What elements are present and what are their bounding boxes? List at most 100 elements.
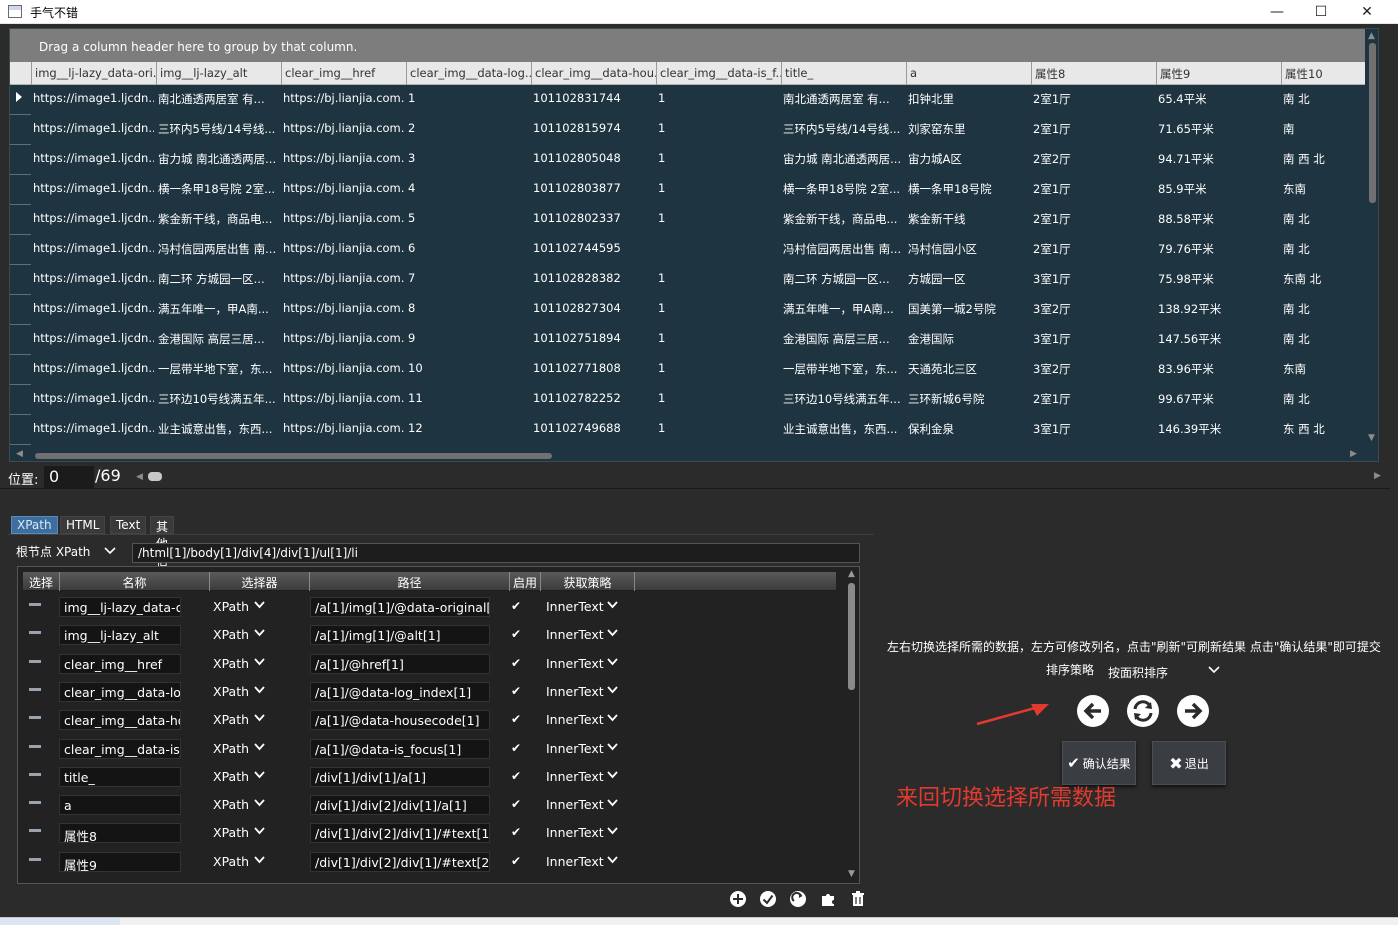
table-cell[interactable]: 101102771808 xyxy=(533,361,654,375)
table-cell[interactable]: 101102782252 xyxy=(533,391,654,405)
row-selector[interactable] xyxy=(10,295,31,325)
path-input[interactable]: /a[1]/@href[1] xyxy=(310,653,490,674)
chevron-down-icon[interactable] xyxy=(251,794,268,811)
table-cell[interactable]: 101102831744 xyxy=(533,91,654,105)
table-cell[interactable]: 71.65平米 xyxy=(1158,121,1279,137)
table-cell[interactable]: 138.92平米 xyxy=(1158,301,1279,317)
table-cell[interactable]: 1 xyxy=(658,331,779,345)
strategy-value[interactable]: InnerText xyxy=(546,797,604,812)
table-row[interactable]: https://image1.ljcdn... 满五年唯一，甲A南... https… xyxy=(10,295,1365,325)
table-cell[interactable]: 101102749688 xyxy=(533,421,654,435)
table-cell[interactable]: 冯村信园两居出售 南... xyxy=(158,241,279,257)
table-cell[interactable]: 满五年唯一，甲A南... xyxy=(783,301,904,317)
table-cell[interactable]: 南 北 xyxy=(1283,391,1363,407)
chevron-down-icon[interactable] xyxy=(604,653,621,670)
table-cell[interactable]: 1 xyxy=(658,181,779,195)
select-checkbox[interactable] xyxy=(29,687,41,691)
table-cell[interactable]: 天通苑北三区 xyxy=(908,361,1029,377)
table-cell[interactable]: 三环新城6号院 xyxy=(908,391,1029,407)
table-cell[interactable]: 冯村信园小区 xyxy=(908,241,1029,257)
column-name-input[interactable]: clear_img__data-house xyxy=(59,710,181,731)
select-checkbox[interactable] xyxy=(29,716,41,720)
table-cell[interactable]: 金港国际 xyxy=(908,331,1029,347)
table-cell[interactable]: 紫金新干线，商品电... xyxy=(783,211,904,227)
confirm-result-button[interactable]: ✔ 确认结果 xyxy=(1062,741,1136,785)
selector-value[interactable]: XPath xyxy=(213,684,249,699)
table-cell[interactable]: https://bj.lianjia.com... xyxy=(283,301,404,315)
table-cell[interactable]: 101102803877 xyxy=(533,181,654,195)
table-cell[interactable]: 横一条甲18号院 2室... xyxy=(783,181,904,197)
enabled-checkbox[interactable]: ✔ xyxy=(511,741,521,755)
table-cell[interactable]: 东南 北 xyxy=(1283,271,1363,287)
table-cell[interactable]: https://bj.lianjia.com... xyxy=(283,181,404,195)
chevron-down-icon[interactable] xyxy=(604,851,621,868)
next-button[interactable] xyxy=(1176,694,1210,728)
table-cell[interactable]: 金港国际 高层三居... xyxy=(783,331,904,347)
table-cell[interactable]: 三环内5号线/14号线... xyxy=(783,121,904,137)
strategy-value[interactable]: InnerText xyxy=(546,769,604,784)
table-cell[interactable]: 79.76平米 xyxy=(1158,241,1279,257)
column-name-input[interactable]: title_ xyxy=(59,766,181,787)
table-cell[interactable]: https://bj.lianjia.com... xyxy=(283,151,404,165)
position-input[interactable]: 0 xyxy=(44,466,94,488)
table-row[interactable]: https://image1.ljcdn... 一层带半地下室，东... https… xyxy=(10,355,1365,385)
table-cell[interactable]: https://bj.lianjia.com... xyxy=(283,91,404,105)
table-cell[interactable]: 94.71平米 xyxy=(1158,151,1279,167)
path-input[interactable]: /a[1]/@data-housecode[1] xyxy=(310,710,490,731)
table-cell[interactable]: 146.39平米 xyxy=(1158,421,1279,437)
table-cell[interactable]: 三环边10号线满五年... xyxy=(783,391,904,407)
table-cell[interactable]: 101102744595 xyxy=(533,241,654,255)
table-cell[interactable]: 一层带半地下室，东... xyxy=(158,361,279,377)
chevron-down-icon[interactable] xyxy=(251,709,268,726)
table-cell[interactable]: 9 xyxy=(408,331,529,345)
path-input[interactable]: /div[1]/div[2]/div[1]/#text[1] xyxy=(310,823,490,844)
table-cell[interactable]: 三环边10号线满五年... xyxy=(158,391,279,407)
table-cell[interactable]: 3室2厅 xyxy=(1033,361,1154,377)
table-cell[interactable]: https://image1.ljcdn... xyxy=(33,211,154,225)
table-cell[interactable]: 一层带半地下室，东... xyxy=(783,361,904,377)
enabled-checkbox[interactable]: ✔ xyxy=(511,769,521,783)
table-cell[interactable]: https://bj.lianjia.com... xyxy=(283,391,404,405)
path-input[interactable]: /div[1]/div[2]/div[1]/#text[2] xyxy=(310,851,490,872)
table-cell[interactable]: 业主诚意出售，东西... xyxy=(158,421,279,437)
table-cell[interactable]: 2室1厅 xyxy=(1033,391,1154,407)
table-cell[interactable]: 紫金新干线 xyxy=(908,211,1029,227)
column-header[interactable]: clear_img__data-is_f... xyxy=(656,62,781,85)
chevron-down-icon[interactable] xyxy=(604,822,621,839)
column-name-input[interactable]: clear_img__data-is_focu xyxy=(59,738,181,759)
column-name-input[interactable]: 属性9 xyxy=(59,851,181,872)
column-header[interactable]: clear_img__data-hou... xyxy=(531,62,656,85)
row-selector[interactable] xyxy=(10,265,31,295)
table-cell[interactable]: 101102815974 xyxy=(533,121,654,135)
minimize-button[interactable]: — xyxy=(1254,0,1300,24)
chevron-down-icon[interactable] xyxy=(251,653,268,670)
table-cell[interactable]: 南 北 xyxy=(1283,91,1363,107)
row-selector[interactable] xyxy=(10,415,31,445)
selector-value[interactable]: XPath xyxy=(213,712,249,727)
row-selector[interactable] xyxy=(10,325,31,355)
plugin-button[interactable] xyxy=(818,890,838,910)
select-checkbox[interactable] xyxy=(29,659,41,663)
table-cell[interactable]: 1 xyxy=(658,361,779,375)
table-cell[interactable]: 99.67平米 xyxy=(1158,391,1279,407)
table-cell[interactable]: 南二环 方城园一区... xyxy=(158,271,279,287)
row-selector[interactable] xyxy=(10,175,31,205)
column-header[interactable]: clear_img__href xyxy=(281,62,406,85)
table-cell[interactable]: 7 xyxy=(408,271,529,285)
table-cell[interactable]: 东 西 北 xyxy=(1283,421,1363,437)
select-checkbox[interactable] xyxy=(29,772,41,776)
table-cell[interactable]: 宙力城A区 xyxy=(908,151,1029,167)
table-cell[interactable]: https://bj.lianjia.com... xyxy=(283,211,404,225)
row-selector[interactable] xyxy=(10,355,31,385)
scroll-down-icon[interactable]: ▼ xyxy=(848,869,855,879)
sort-strategy-value[interactable]: 按面积排序 xyxy=(1108,664,1168,681)
column-header[interactable]: clear_img__data-log... xyxy=(406,62,531,85)
column-header[interactable]: 属性9 xyxy=(1156,62,1281,85)
strategy-value[interactable]: InnerText xyxy=(546,712,604,727)
grid-horizontal-scrollbar[interactable]: ◀ ▶ xyxy=(10,448,1365,461)
select-checkbox[interactable] xyxy=(29,603,41,606)
table-row[interactable]: https://image1.ljcdn... 南北通透两居室 有... https… xyxy=(10,85,1365,115)
scroll-up-icon[interactable]: ▲ xyxy=(1368,31,1375,41)
path-input[interactable]: /a[1]/@data-log_index[1] xyxy=(310,681,490,702)
table-row[interactable]: https://image1.ljcdn... 金港国际 高层三居... https… xyxy=(10,325,1365,355)
